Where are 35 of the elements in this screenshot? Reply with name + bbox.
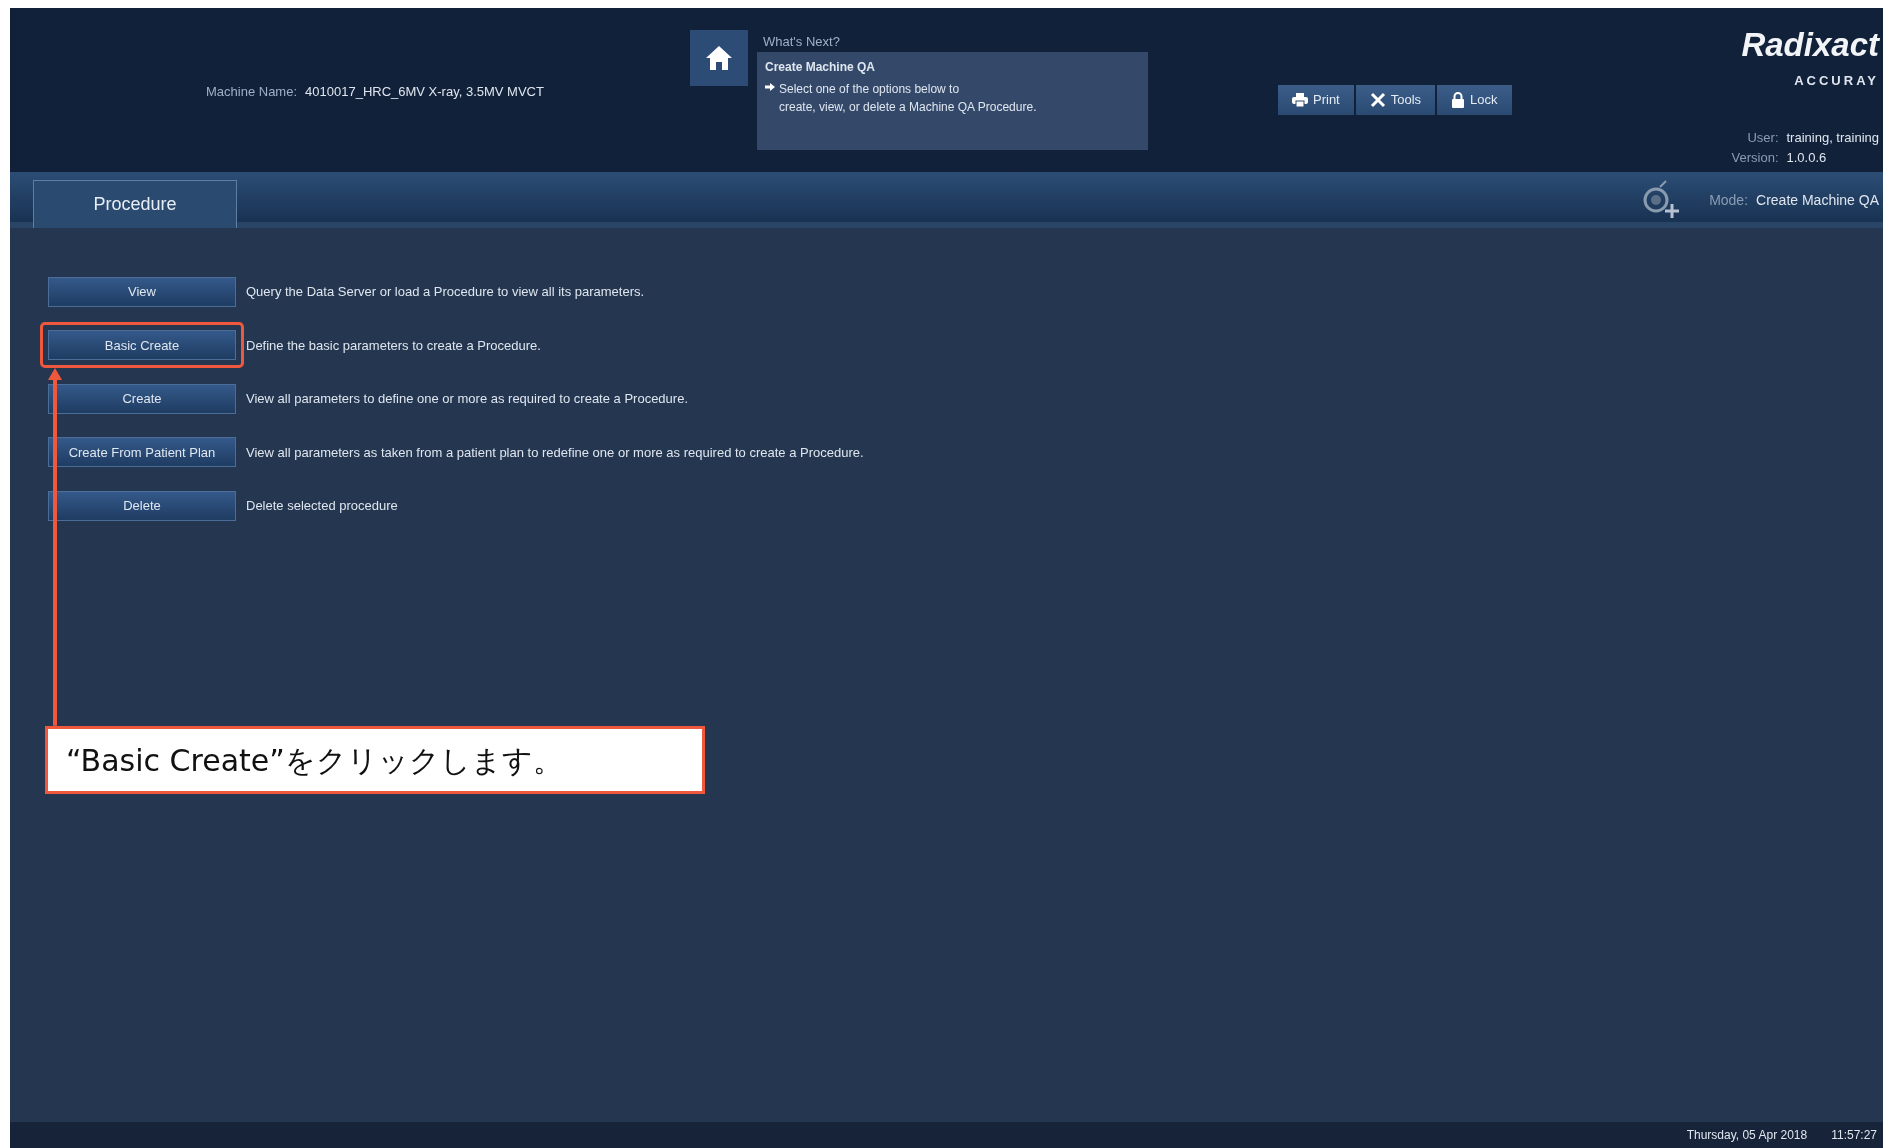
- mode-value: Create Machine QA: [1756, 192, 1879, 208]
- home-button[interactable]: [690, 30, 748, 86]
- company-logo: ACCURAY: [1793, 72, 1879, 90]
- status-date: Thursday, 05 Apr 2018: [1686, 1127, 1808, 1144]
- version-number: 1.0.0.6: [1786, 148, 1828, 167]
- print-button[interactable]: Print: [1278, 85, 1354, 115]
- action-description: Delete selected procedure: [246, 497, 398, 515]
- action-button[interactable]: Basic Create: [48, 330, 236, 361]
- whats-next-title: Create Machine QA: [765, 59, 877, 76]
- action-button[interactable]: Create From Patient Plan: [48, 437, 236, 468]
- home-icon: [705, 45, 733, 71]
- action-description: View all parameters to define one or more as required to create a Procedure.: [246, 390, 688, 408]
- action-button[interactable]: View: [48, 276, 236, 307]
- action-description: Query the Data Server or load a Procedure to view all its parameters.: [246, 283, 645, 301]
- whats-next-instruction: Select one of the options below to create, view, or delete a Machine QA Procedure.: [779, 81, 1037, 116]
- action-button[interactable]: Delete: [48, 490, 236, 521]
- lock-button[interactable]: Lock: [1437, 85, 1512, 115]
- lock-icon: [1451, 92, 1466, 108]
- product-logo: Radixact: [1741, 28, 1879, 61]
- callout-box: “Basic Create”をクリックします。: [45, 726, 705, 794]
- tools-button[interactable]: Tools: [1355, 85, 1436, 115]
- version-label: Version:: [1731, 148, 1779, 167]
- user-label: User:: [1746, 129, 1779, 147]
- mode-label: Mode:: [1709, 192, 1749, 208]
- action-button[interactable]: Create: [48, 383, 236, 414]
- machine-name: 4010017_HRC_6MV X-ray, 3.5MV MVCT: [305, 84, 544, 99]
- user-name: training, training: [1786, 129, 1879, 147]
- action-description: Define the basic parameters to create a Procedure.: [246, 336, 541, 355]
- printer-icon: [1292, 93, 1308, 107]
- procedure-tab[interactable]: Procedure: [33, 180, 237, 228]
- machine-name-label: Machine Name:: [206, 84, 298, 99]
- arrow-icon: [765, 83, 775, 91]
- action-description: View all parameters as taken from a patient plan to redefine one or more as required to create a Procedure.: [246, 443, 864, 462]
- status-time: 11:57:27: [1831, 1127, 1877, 1144]
- whats-next-label: What's Next?: [763, 33, 840, 51]
